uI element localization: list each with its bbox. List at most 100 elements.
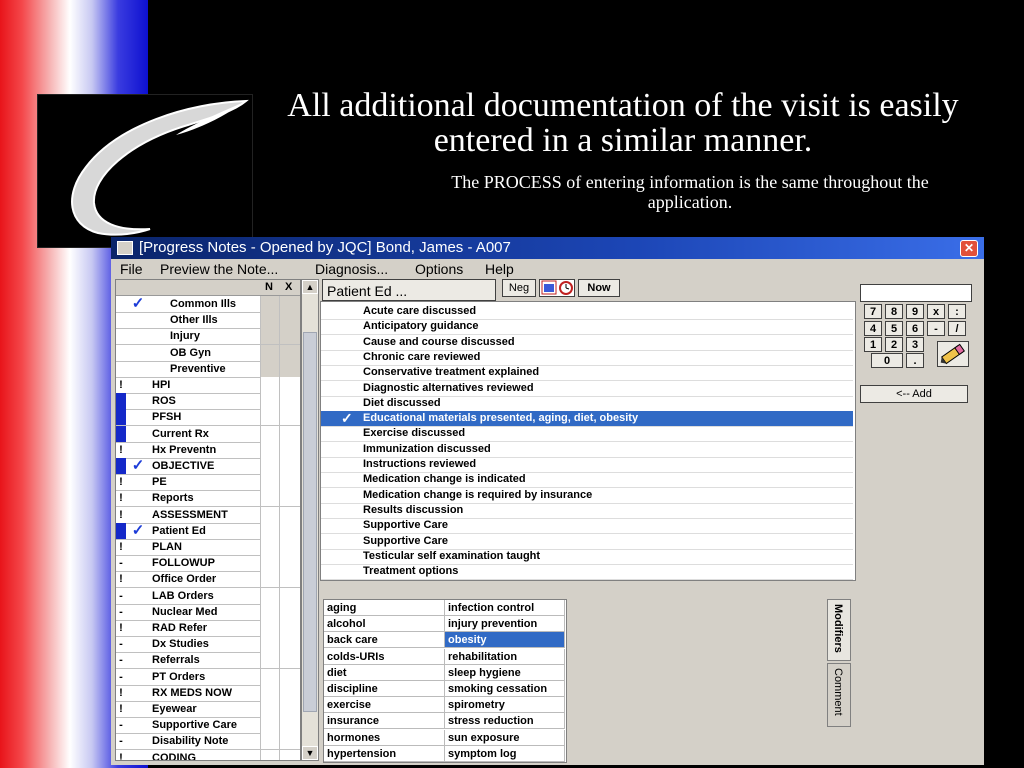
nav-item[interactable]: - LAB Orders	[116, 587, 300, 605]
list-item[interactable]: Medication change is indicated	[321, 472, 853, 489]
list-item[interactable]: Medication change is required by insuran…	[321, 488, 853, 504]
x-cell[interactable]	[279, 603, 300, 620]
nav-item[interactable]: ! PE	[116, 474, 300, 492]
keypad-key[interactable]: :	[948, 304, 966, 319]
nav-item[interactable]: ! RAD Refer	[116, 620, 300, 637]
modifier-cell[interactable]: stress reduction	[445, 713, 565, 730]
x-cell[interactable]	[279, 733, 300, 750]
modifier-cell[interactable]: sleep hygiene	[445, 664, 565, 681]
n-cell[interactable]	[260, 344, 279, 361]
list-item[interactable]: Supportive Care	[321, 534, 853, 550]
n-cell[interactable]	[260, 701, 279, 717]
n-cell[interactable]	[260, 636, 279, 653]
keypad-key[interactable]: 2	[885, 337, 903, 352]
n-cell[interactable]	[260, 377, 279, 393]
keypad-key[interactable]: 8	[885, 304, 903, 319]
x-cell[interactable]	[279, 668, 300, 685]
nav-item[interactable]: - FOLLOWUP	[116, 555, 300, 573]
nav-item[interactable]: ROS	[116, 393, 300, 411]
list-item[interactable]: Exercise discussed	[321, 426, 853, 443]
modifier-cell[interactable]: smoking cessation	[445, 681, 565, 697]
nav-item[interactable]: ✓ OBJECTIVE	[116, 458, 300, 475]
x-cell[interactable]	[279, 393, 300, 410]
neg-button[interactable]: Neg	[502, 279, 536, 297]
x-cell[interactable]	[279, 749, 300, 760]
nav-item[interactable]: ! RX MEDS NOW	[116, 684, 300, 702]
n-cell[interactable]	[260, 587, 279, 604]
calendar-clock-button[interactable]	[539, 279, 575, 297]
x-cell[interactable]	[279, 652, 300, 669]
keypad-key[interactable]: 1	[864, 337, 882, 352]
nav-item[interactable]: - Referrals	[116, 652, 300, 670]
modifier-cell[interactable]: hormones	[324, 729, 445, 746]
scroll-up-icon[interactable]: ▲	[302, 280, 318, 294]
x-cell[interactable]	[279, 441, 300, 458]
n-cell[interactable]	[260, 620, 279, 636]
n-cell[interactable]	[260, 490, 279, 507]
keypad-key[interactable]: /	[948, 321, 966, 336]
nav-item[interactable]: Injury	[116, 328, 300, 346]
n-cell[interactable]	[260, 733, 279, 750]
keypad-key[interactable]: -	[927, 321, 945, 336]
modifier-cell[interactable]: back care	[324, 632, 445, 649]
scroll-down-icon[interactable]: ▼	[302, 746, 318, 760]
x-cell[interactable]	[279, 360, 300, 377]
n-cell[interactable]	[260, 441, 279, 458]
x-cell[interactable]	[279, 425, 300, 442]
menu-file[interactable]: File	[120, 261, 143, 277]
nav-item[interactable]: ! Office Order	[116, 571, 300, 589]
keypad-key[interactable]: 6	[906, 321, 924, 336]
keypad-key[interactable]: 9	[906, 304, 924, 319]
x-cell[interactable]	[279, 684, 300, 701]
x-cell[interactable]	[279, 377, 300, 393]
list-item[interactable]: Testicular self examination taught	[321, 549, 853, 565]
menu-options[interactable]: Options	[415, 261, 463, 277]
x-cell[interactable]	[279, 717, 300, 734]
nav-item[interactable]: ! Reports	[116, 490, 300, 508]
nav-item[interactable]: Current Rx	[116, 425, 300, 443]
menu-preview[interactable]: Preview the Note...	[160, 261, 278, 277]
n-cell[interactable]	[260, 474, 279, 491]
n-cell[interactable]	[260, 458, 279, 474]
scroll-thumb[interactable]	[303, 332, 317, 712]
list-item[interactable]: Results discussion	[321, 503, 853, 519]
keypad-key[interactable]: 0	[871, 353, 903, 368]
list-item[interactable]: Conservative treatment explained	[321, 365, 853, 382]
modifier-cell[interactable]: rehabilitation	[445, 648, 565, 665]
modifier-cell[interactable]: sun exposure	[445, 729, 565, 746]
nav-item[interactable]: ! PLAN	[116, 539, 300, 556]
list-item[interactable]: Instructions reviewed	[321, 457, 853, 473]
n-cell[interactable]	[260, 328, 279, 345]
n-cell[interactable]	[260, 522, 279, 539]
now-button[interactable]: Now	[578, 279, 620, 297]
nav-item[interactable]: PFSH	[116, 409, 300, 427]
window-titlebar[interactable]: [Progress Notes - Opened by JQC] Bond, J…	[111, 237, 984, 259]
n-cell[interactable]	[260, 393, 279, 410]
list-item[interactable]: Diagnostic alternatives reviewed	[321, 381, 853, 397]
nav-item[interactable]: - PT Orders	[116, 668, 300, 686]
x-cell[interactable]	[279, 522, 300, 539]
n-cell[interactable]	[260, 749, 279, 760]
x-cell[interactable]	[279, 344, 300, 361]
modifier-cell[interactable]: discipline	[324, 681, 445, 697]
keypad-key[interactable]: 5	[885, 321, 903, 336]
modifier-cell[interactable]: aging	[324, 600, 445, 616]
x-cell[interactable]	[279, 474, 300, 491]
menu-diagnosis[interactable]: Diagnosis...	[315, 261, 388, 277]
n-cell[interactable]	[260, 360, 279, 377]
nav-item[interactable]: - Nuclear Med	[116, 603, 300, 621]
modifier-cell[interactable]: spirometry	[445, 697, 565, 714]
list-item[interactable]: Immunization discussed	[321, 442, 853, 458]
list-item[interactable]: Acute care discussed	[321, 304, 853, 320]
x-cell[interactable]	[279, 490, 300, 507]
x-cell[interactable]	[279, 458, 300, 474]
x-cell[interactable]	[279, 701, 300, 717]
keypad-key[interactable]: 3	[906, 337, 924, 352]
x-cell[interactable]	[279, 506, 300, 523]
modifier-cell[interactable]: infection control	[445, 600, 565, 616]
n-cell[interactable]	[260, 603, 279, 620]
modifier-cell[interactable]: hypertension	[324, 745, 445, 762]
list-item[interactable]: Diet discussed	[321, 396, 853, 412]
modifier-cell[interactable]: exercise	[324, 697, 445, 714]
nav-item[interactable]: ✓ Common Ills	[116, 296, 300, 313]
